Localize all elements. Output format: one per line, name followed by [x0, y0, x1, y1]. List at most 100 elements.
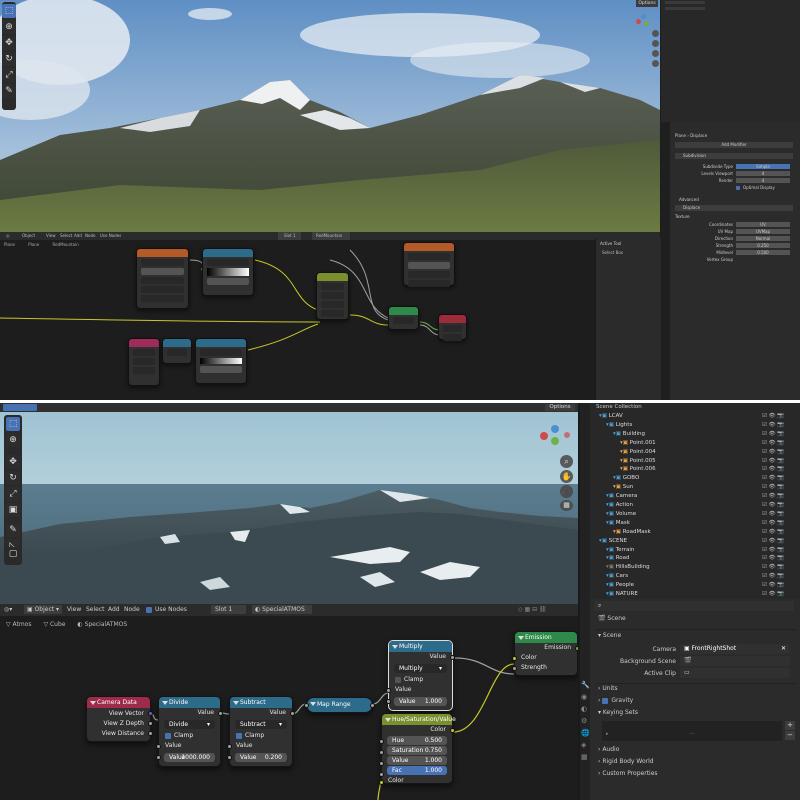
visibility-toggle-icons[interactable]: ☑ 👁 📷 [762, 590, 784, 599]
subtract-socket-in2[interactable] [227, 755, 232, 760]
map-range-socket-in[interactable] [304, 703, 309, 708]
active-clip-field[interactable]: ▭ [680, 668, 790, 678]
bottom-menu-node[interactable]: Node [124, 604, 140, 616]
socket-view-vector[interactable] [148, 711, 153, 716]
zoom-icon[interactable]: ⌕ [560, 455, 573, 468]
top-node-6[interactable] [438, 314, 467, 341]
property-tab-icons[interactable]: 🔧 ◉ ◐ ⚙ 🌐 ◈ ▦ [581, 679, 590, 763]
bottom-3d-viewport[interactable] [0, 412, 578, 604]
hsv-socket-fac[interactable] [379, 772, 384, 777]
top-cursor-tool-icon[interactable]: ⊕ [2, 20, 16, 34]
outliner-item[interactable]: ▾▣ NATURE [606, 590, 638, 599]
subtract-value-field[interactable]: Value 0.200 [235, 753, 287, 762]
outliner-item[interactable]: ▾▣ Volume [606, 510, 636, 519]
visibility-toggle-icons[interactable]: ☑ 👁 📷 [762, 448, 784, 457]
divide-value-field[interactable]: Value 1000.000 [164, 753, 215, 762]
visibility-toggle-icons[interactable]: ☑ 👁 📷 [762, 474, 784, 483]
emission-socket-strength[interactable] [512, 666, 517, 671]
top-menu-add[interactable]: Add [74, 232, 82, 240]
outliner-item[interactable]: ▾▣ RoadMask [613, 528, 651, 537]
bottom-use-nodes-toggle[interactable]: Use Nodes [146, 604, 187, 616]
outliner-item[interactable]: ▾▣ Cars [606, 572, 628, 581]
top-node-1[interactable] [136, 248, 189, 309]
background-scene-field[interactable]: 🎬 [680, 656, 790, 666]
top-node-5[interactable] [388, 306, 419, 330]
outliner-item[interactable]: ▾▣ Sun [613, 483, 633, 492]
outliner-item[interactable]: ▾▣ Mask [606, 519, 630, 528]
visibility-toggle-icons[interactable]: ☑ 👁 📷 [762, 483, 784, 492]
top-editor-type-icon[interactable]: ◎ [6, 232, 10, 240]
bottom-node-header-icons[interactable]: ◇ ▦ ⊟ ⛓ [518, 604, 547, 616]
top-properties-tabs[interactable] [661, 122, 670, 400]
visibility-toggle-icons[interactable]: ☑ 👁 📷 [762, 554, 784, 563]
top-options-button[interactable]: Options [636, 0, 658, 7]
outliner-item[interactable]: ▾▣ Terrain [606, 546, 634, 555]
multiply-socket-in2[interactable] [386, 699, 391, 704]
bottom-scale-tool-icon[interactable]: ⤢ [6, 487, 20, 501]
hsv-value-field[interactable]: Value 1.000 [387, 756, 447, 765]
multiply-operation-select[interactable]: Multiply ▾ [394, 664, 447, 673]
visibility-toggle-icons[interactable]: ☑ 👁 📷 [762, 563, 784, 572]
keying-sets-list[interactable]: ▸ ⋯ [602, 721, 782, 741]
top-material-field[interactable]: RedMountain [312, 232, 350, 240]
outliner-item[interactable]: ▾▣ Point.006 [620, 465, 656, 474]
top-rotate-tool-icon[interactable]: ↻ [2, 52, 16, 66]
hsv-hue-field[interactable]: Hue 0.500 [387, 736, 447, 745]
visibility-toggle-icons[interactable]: ☑ 👁 📷 [762, 581, 784, 590]
top-menu-select[interactable]: Select [60, 232, 72, 240]
bottom-move-tool-icon[interactable]: ✥ [6, 455, 20, 469]
gravity-panel[interactable]: › Gravity [598, 697, 633, 704]
divide-socket-in2[interactable] [156, 755, 161, 760]
outliner-item[interactable]: ▾▣ Road [606, 554, 630, 563]
visibility-toggle-icons[interactable]: ☑ 👁 📷 [762, 537, 784, 546]
divide-socket-in1[interactable] [156, 744, 161, 749]
outliner-scene-collection[interactable]: Scene Collection [596, 403, 642, 412]
divide-socket-out[interactable] [218, 711, 223, 716]
units-panel[interactable]: › Units [598, 685, 618, 692]
hsv-saturation-field[interactable]: Saturation 0.750 [387, 746, 447, 755]
subtract-socket-out[interactable] [290, 711, 295, 716]
hsv-socket-out[interactable] [450, 728, 455, 733]
top-use-nodes[interactable]: Use Nodes [100, 232, 121, 240]
top-navigation-gizmo[interactable] [636, 14, 650, 28]
bottom-mode-buttons[interactable] [3, 404, 37, 411]
hsv-socket-saturation[interactable] [379, 750, 384, 755]
bottom-editor-type-icon[interactable]: ◎▾ [4, 604, 12, 616]
bottom-navigation-gizmo[interactable] [538, 425, 572, 459]
hsv-fac-field[interactable]: Fac 1.000 [387, 766, 447, 775]
audio-panel[interactable]: › Audio [598, 746, 619, 753]
top-node-8[interactable] [162, 338, 192, 364]
outliner-item[interactable]: ▾▣ Point.004 [620, 448, 656, 457]
bottom-menu-add[interactable]: Add [108, 604, 120, 616]
properties-search-bar[interactable]: ⌕ [594, 601, 794, 611]
node-subtract[interactable]: Subtract Value Subtract ▾ Clamp Value Val… [227, 696, 295, 767]
hsv-socket-color-in[interactable] [379, 780, 384, 785]
bottom-cursor-tool-icon[interactable]: ⊕ [6, 433, 20, 447]
bottom-menu-select[interactable]: Select [86, 604, 105, 616]
camera-view-icon[interactable]: 🎥 [560, 485, 573, 498]
top-scale-tool-icon[interactable]: ⤢ [2, 68, 16, 82]
visibility-toggle-icons[interactable]: ☑ 👁 📷 [762, 510, 784, 519]
outliner-item[interactable]: ▾▣ Camera [606, 492, 637, 501]
outliner-item[interactable]: ▾▣ Point.001 [620, 439, 656, 448]
visibility-toggle-icons[interactable]: ☑ 👁 📷 [762, 412, 784, 421]
multiply-socket-in1[interactable] [386, 688, 391, 693]
bottom-rotate-tool-icon[interactable]: ↻ [6, 471, 20, 485]
multiply-clamp-checkbox[interactable]: Clamp [389, 675, 452, 685]
outliner-item[interactable]: ▾▣ Action [606, 501, 633, 510]
visibility-toggle-icons[interactable]: ☑ 👁 📷 [762, 421, 784, 430]
node-divide[interactable]: Divide Value Divide ▾ Clamp Value Value 10… [156, 696, 223, 767]
bottom-material-field[interactable]: ◐ SpecialATMOS [252, 605, 312, 614]
custom-properties-panel[interactable]: › Custom Properties [598, 770, 658, 777]
subtract-socket-in1[interactable] [227, 744, 232, 749]
visibility-toggle-icons[interactable]: ☑ 👁 📷 [762, 519, 784, 528]
visibility-toggle-icons[interactable]: ☑ 👁 📷 [762, 492, 784, 501]
visibility-toggle-icons[interactable]: ☑ 👁 📷 [762, 572, 784, 581]
ortho-grid-icon[interactable]: ▦ [560, 500, 573, 511]
top-node-3[interactable] [403, 242, 455, 287]
bottom-annotate-tool-icon[interactable]: ✎ [6, 523, 20, 537]
outliner-item[interactable]: ▾▣ GOBO [613, 474, 639, 483]
bottom-select-tool-icon[interactable]: ⬚ [6, 417, 20, 431]
top-slot-select[interactable]: Slot 1 [278, 232, 302, 240]
node-camera-data[interactable]: Camera Data View Vector View Z Depth Vie… [86, 696, 153, 742]
